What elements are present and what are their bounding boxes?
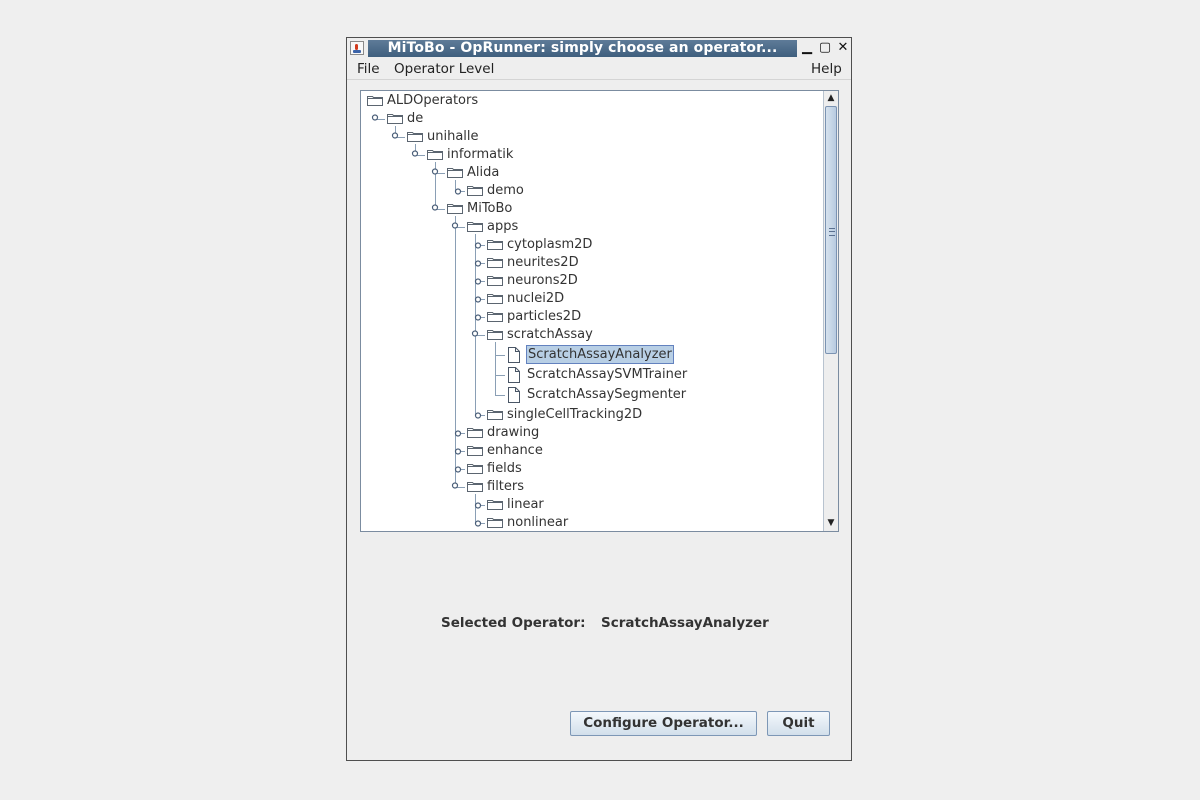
tree-expanded-handle-icon[interactable] [471,330,479,337]
tree-node-label: filters [487,479,525,494]
folder-icon [487,410,503,420]
tree-expanded-handle-icon[interactable] [431,168,439,175]
quit-button[interactable]: Quit [767,711,830,736]
tree-node-label: ALDOperators [387,93,479,108]
file-icon [508,367,520,383]
tree-node-label: demo [487,183,524,198]
tree-expanded-handle-icon[interactable] [411,150,419,157]
configure-operator-button[interactable]: Configure Operator... [570,711,757,736]
window-title: MiToBo - OpRunner: simply choose an oper… [368,40,797,57]
tree-node-label: fields [487,461,522,476]
folder-icon [487,240,503,250]
tree-expanded-handle-icon[interactable] [371,114,379,121]
tree-expanded-handle-icon[interactable] [431,204,439,211]
tree-node-label: ScratchAssayAnalyzer [526,345,674,364]
folder-icon [467,186,483,196]
selected-operator-label: Selected Operator: [441,615,586,631]
menu-divider [347,79,851,80]
tree-scrollbar[interactable]: ▲ ▼ [823,91,838,531]
tree-node-label: neurites2D [507,255,579,270]
tree-collapsed-handle-icon[interactable] [474,314,482,321]
file-icon [508,387,520,403]
tree-node-label: singleCellTracking2D [507,407,643,422]
scrollbar-grip-icon [829,228,835,236]
tree-node-label: apps [487,219,519,234]
folder-icon [487,500,503,510]
tree-node-label: de [407,111,424,126]
tree-node-label: enhance [487,443,543,458]
tree-node-label: ScratchAssaySVMTrainer [527,367,688,382]
tree-node-label: linear [507,497,544,512]
tree-node-label: Alida [467,165,500,180]
folder-icon [427,150,443,160]
tree-node-label: drawing [487,425,540,440]
java-app-icon[interactable] [350,41,364,55]
folder-icon [467,446,483,456]
tree-node-label: particles2D [507,309,582,324]
folder-icon [487,276,503,286]
folder-icon [487,518,503,528]
tree-collapsed-handle-icon[interactable] [474,242,482,249]
tree-node-label: informatik [447,147,514,162]
file-icon [508,347,520,363]
tree-node-label: neurons2D [507,273,578,288]
scroll-down-arrow-icon[interactable]: ▼ [824,516,838,530]
tree-node-label: nuclei2D [507,291,565,306]
scrollbar-thumb[interactable] [825,106,837,354]
folder-icon [367,96,383,106]
folder-icon [447,204,463,214]
folder-icon [467,222,483,232]
tree-collapsed-handle-icon[interactable] [454,188,462,195]
tree-expanded-handle-icon[interactable] [451,482,459,489]
tree-expanded-handle-icon[interactable] [391,132,399,139]
menu-file[interactable]: File [357,60,380,78]
tree-collapsed-handle-icon[interactable] [474,412,482,419]
folder-icon [487,330,503,340]
tree-node-label: ScratchAssaySegmenter [527,387,687,402]
tree-node-label: cytoplasm2D [507,237,593,252]
folder-icon [487,312,503,322]
close-icon[interactable]: ✕ [835,40,851,56]
tree-collapsed-handle-icon[interactable] [474,520,482,527]
tree-node-label: unihalle [427,129,479,144]
folder-icon [487,294,503,304]
tree-collapsed-handle-icon[interactable] [454,466,462,473]
folder-icon [467,464,483,474]
tree-node-label: scratchAssay [507,327,593,342]
selected-operator-value: ScratchAssayAnalyzer [601,615,769,631]
folder-icon [487,258,503,268]
folder-icon [467,482,483,492]
menu-help[interactable]: Help [811,60,842,78]
operator-tree[interactable]: ALDOperators de unihalle informatik Alida dem… [360,90,839,532]
scroll-up-arrow-icon[interactable]: ▲ [824,91,838,105]
title-bar[interactable]: MiToBo - OpRunner: simply choose an oper… [347,38,851,59]
folder-icon [407,132,423,142]
folder-icon [467,428,483,438]
menu-bar: File Operator Level Help [347,59,851,79]
tree-collapsed-handle-icon[interactable] [474,296,482,303]
tree-collapsed-handle-icon[interactable] [454,430,462,437]
tree-node-label: MiToBo [467,201,513,216]
menu-operator-level[interactable]: Operator Level [394,60,494,78]
folder-icon [447,168,463,178]
maximize-icon[interactable]: ▢ [817,40,833,56]
oprunner-window: MiToBo - OpRunner: simply choose an oper… [346,37,852,761]
tree-expanded-handle-icon[interactable] [451,222,459,229]
minimize-icon[interactable]: ▁ [799,40,815,56]
tree-collapsed-handle-icon[interactable] [474,260,482,267]
folder-icon [387,114,403,124]
tree-collapsed-handle-icon[interactable] [474,278,482,285]
tree-node-label: nonlinear [507,515,569,530]
tree-collapsed-handle-icon[interactable] [474,502,482,509]
tree-collapsed-handle-icon[interactable] [454,448,462,455]
